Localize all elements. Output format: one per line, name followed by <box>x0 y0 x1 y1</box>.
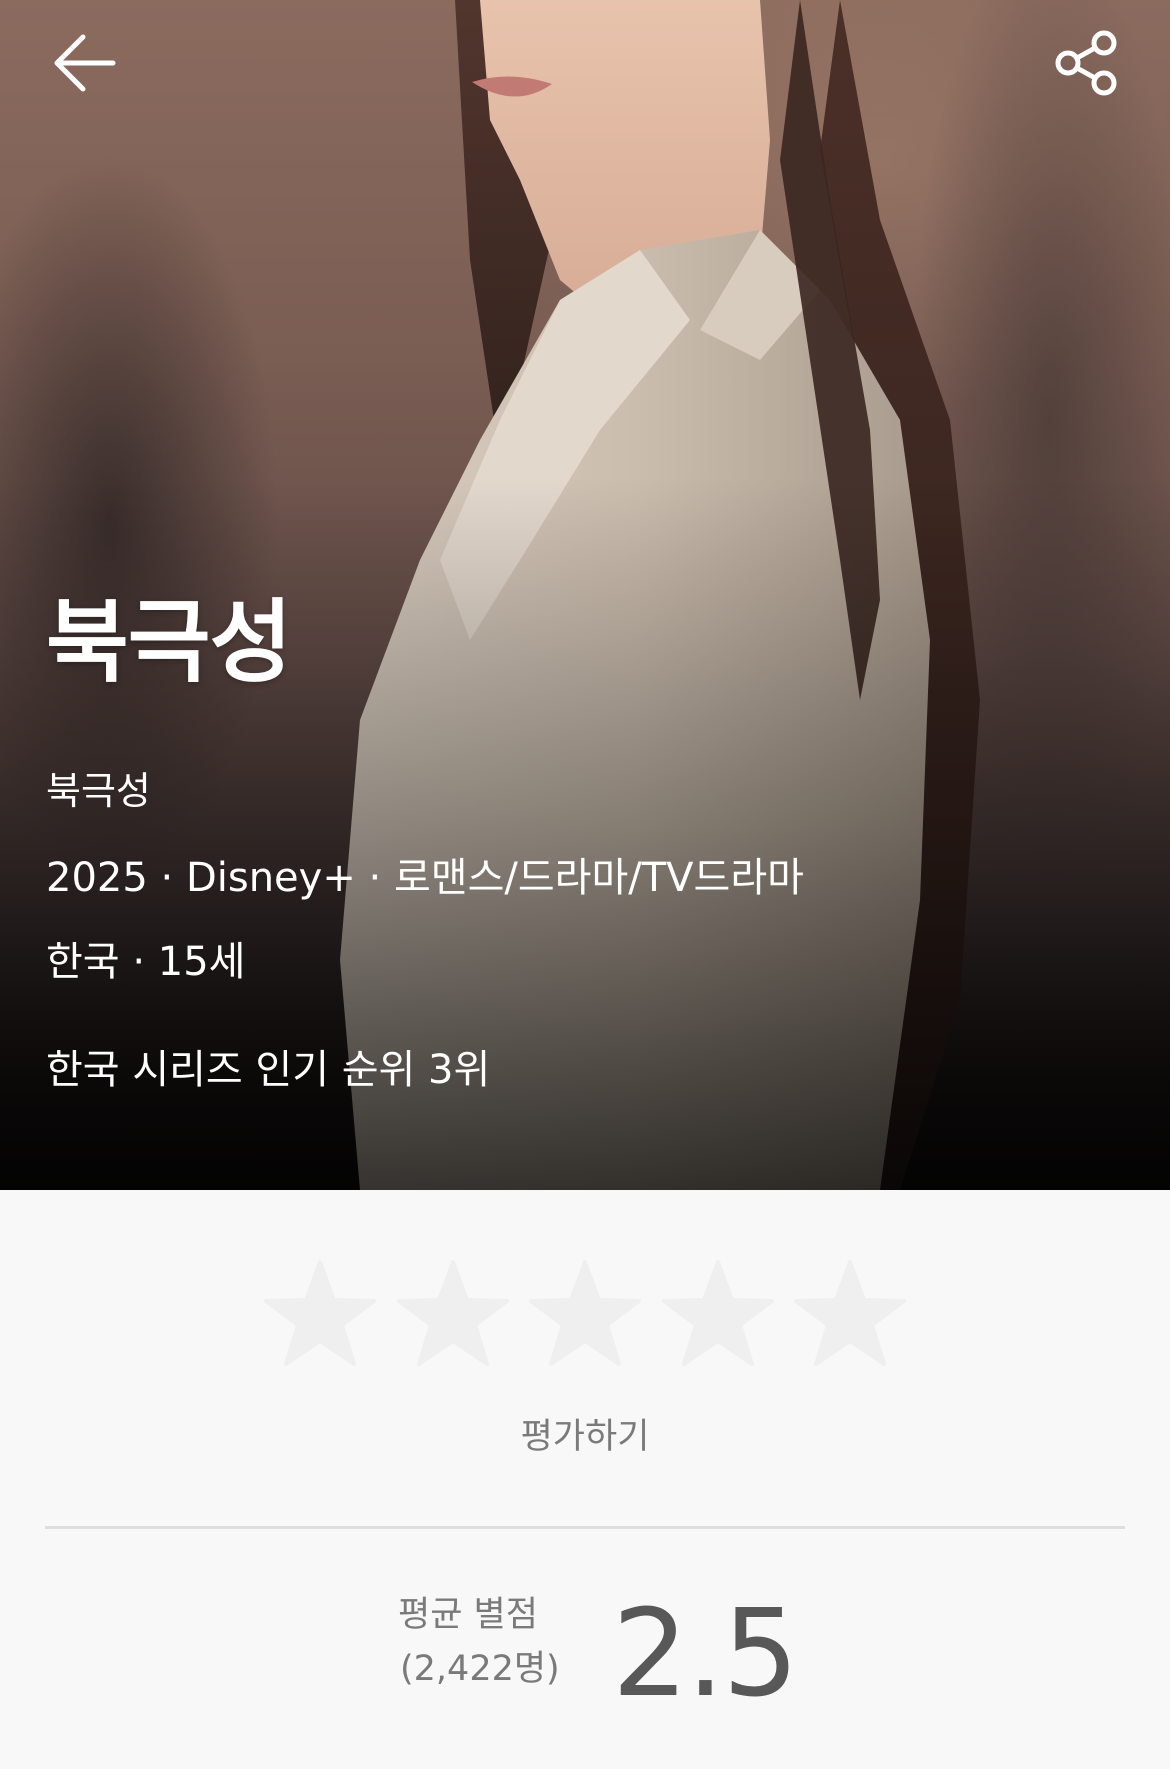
content-meta-year-platform-genre: 2025 · Disney+ · 로맨스/드라마/TV드라마 <box>46 855 804 901</box>
star-icon[interactable] <box>792 1258 908 1374</box>
back-button[interactable] <box>40 18 130 108</box>
content-title: 북극성 <box>46 590 292 695</box>
star-icon[interactable] <box>527 1258 643 1374</box>
average-rating-count: (2,422명) <box>400 1649 560 1689</box>
average-rating-value: 2.5 <box>612 1585 799 1724</box>
rate-prompt-label: 평가하기 <box>520 1417 650 1457</box>
content-detail-page: 북극성 북극성 2025 · Disney+ · 로맨스/드라마/TV드라마 한… <box>0 0 1170 1769</box>
share-button[interactable] <box>1042 18 1132 108</box>
hero-poster: 북극성 북극성 2025 · Disney+ · 로맨스/드라마/TV드라마 한… <box>0 0 1170 1190</box>
star-icon[interactable] <box>262 1258 378 1374</box>
content-meta-country-age: 한국 · 15세 <box>46 939 246 985</box>
share-icon <box>1055 30 1117 96</box>
average-rating-label: 평균 별점 <box>398 1595 538 1635</box>
divider <box>45 1526 1125 1529</box>
star-icon[interactable] <box>660 1258 776 1374</box>
popularity-ranking: 한국 시리즈 인기 순위 3위 <box>46 1047 491 1093</box>
star-rating-input[interactable] <box>262 1258 908 1374</box>
content-original-title: 북극성 <box>46 769 151 813</box>
star-icon[interactable] <box>395 1258 511 1374</box>
back-arrow-icon <box>54 34 116 92</box>
